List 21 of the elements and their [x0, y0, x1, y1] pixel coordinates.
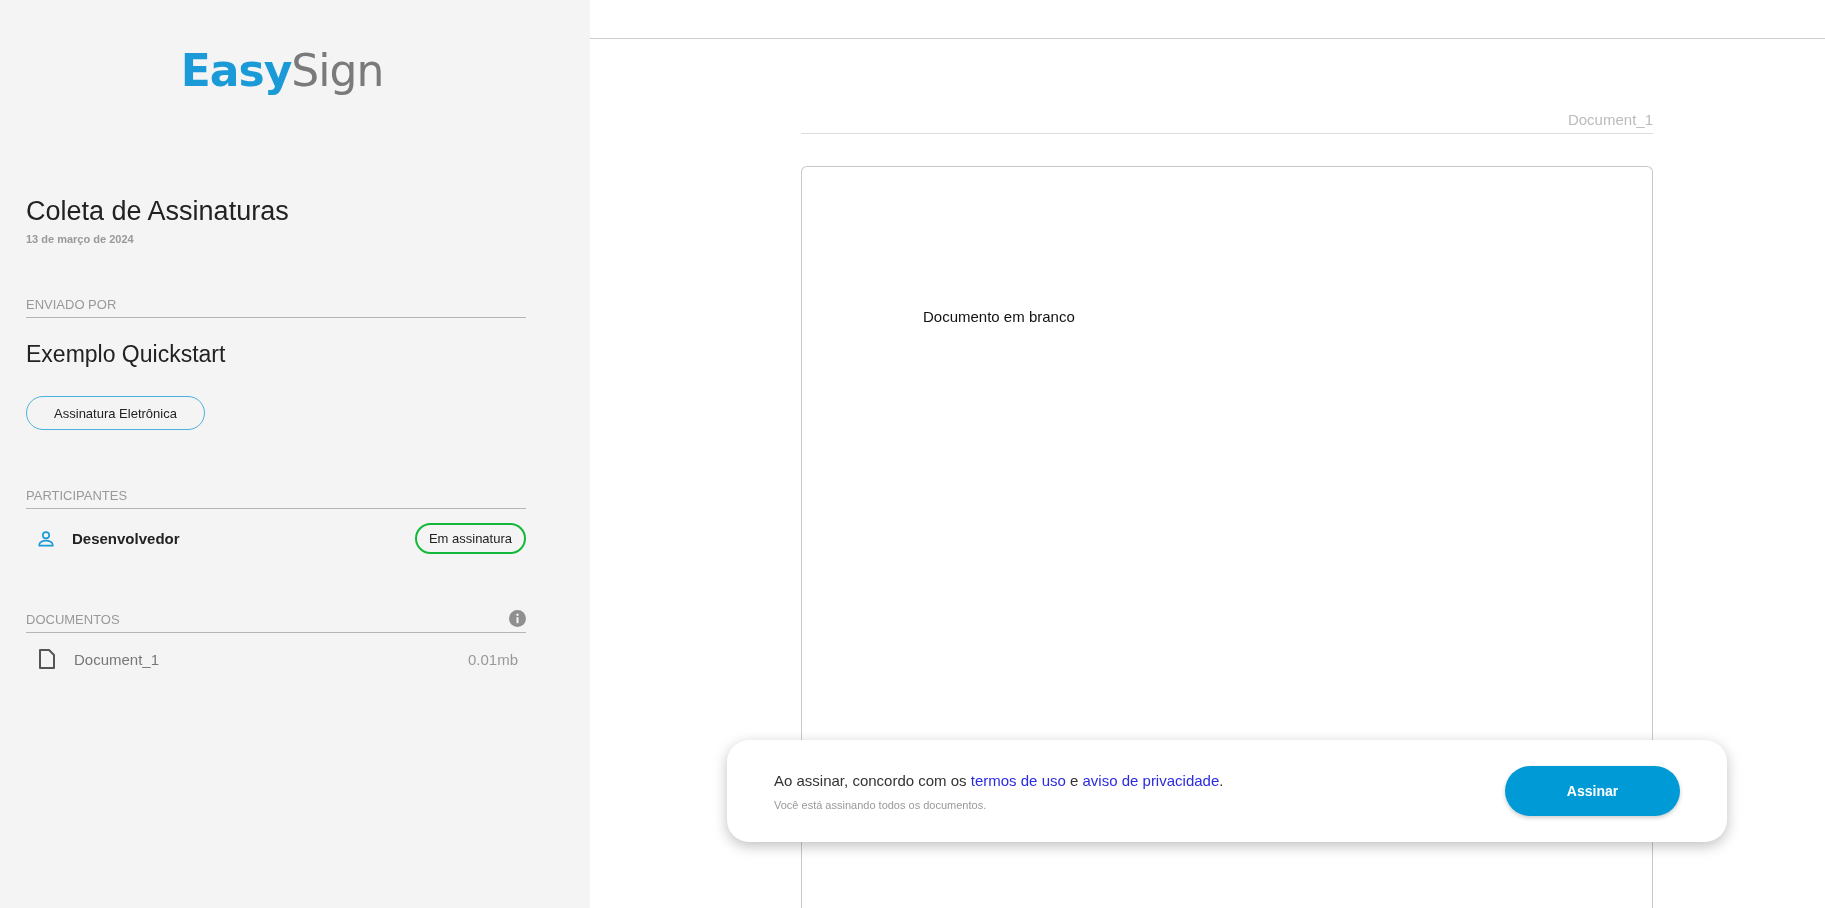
consent-note: Você está assinando todos os documentos.: [774, 798, 988, 811]
sender-name: Exemplo Quickstart: [26, 341, 227, 368]
section-heading: DOCUMENTOS: [26, 612, 120, 627]
document-size: 0.01mb: [467, 650, 518, 668]
info-icon[interactable]: [509, 610, 526, 627]
terms-link[interactable]: termos de uso: [970, 771, 1066, 789]
file-icon: [39, 649, 55, 669]
person-icon: [36, 528, 56, 549]
document-title: Document_1: [1567, 111, 1653, 128]
status-badge: Em assinatura: [414, 523, 526, 554]
terms-link[interactable]: aviso de privacidade: [1082, 771, 1220, 789]
page-text: Documento em branco: [923, 308, 1075, 325]
document-link[interactable]: Document_1: [74, 650, 468, 668]
section-heading: ENVIADO POR: [26, 297, 117, 312]
signature-type-button[interactable]: Assinatura Eletrônica: [26, 396, 205, 430]
envelope-title: Coleta de Assinaturas: [26, 196, 290, 227]
section-heading: PARTICIPANTES: [26, 488, 128, 503]
easysign-logo: EasySign: [180, 44, 384, 98]
envelope-date: 13 de março de 2024: [26, 233, 135, 245]
participant-name: Desenvolvedor: [72, 530, 181, 547]
consent-text: Ao assinar, concordo com os termos de uso e aviso de privacidade.: [774, 771, 1224, 789]
